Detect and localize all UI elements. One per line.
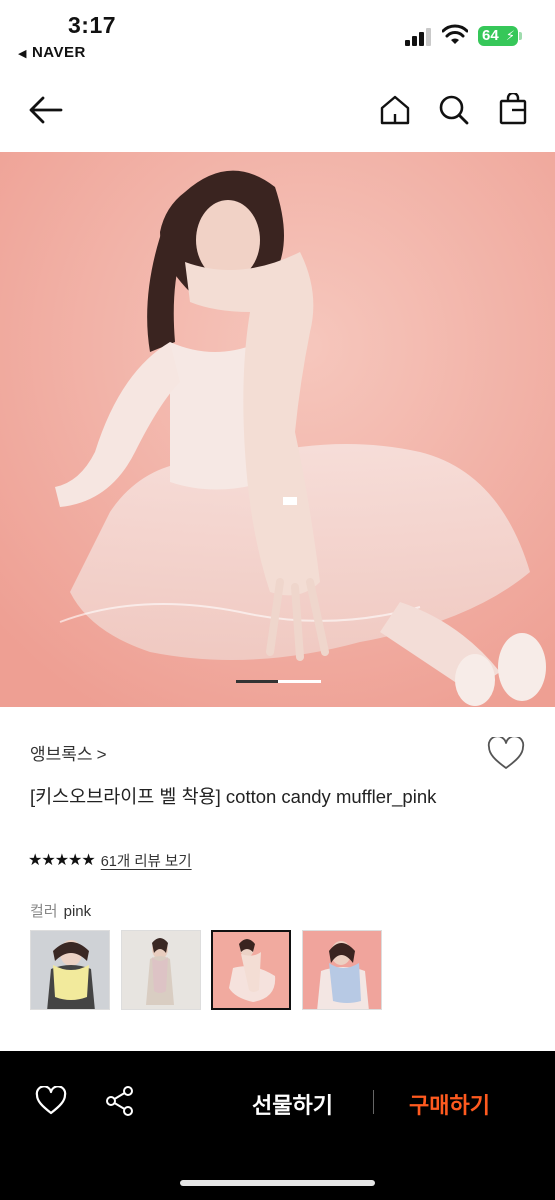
color-value: pink	[63, 903, 92, 920]
color-option-label: 컬러 pink	[30, 900, 91, 921]
review-link[interactable]: 61개 리뷰 보기	[101, 850, 192, 871]
bottom-divider	[373, 1090, 374, 1114]
home-indicator	[180, 1180, 375, 1186]
page-dot	[278, 680, 321, 683]
rating-row: ★★★★★ 61개 리뷰 보기	[28, 850, 192, 870]
share-icon[interactable]	[104, 1085, 136, 1117]
wishlist-heart-icon[interactable]	[487, 737, 525, 771]
brand-link[interactable]: 앵브록스 >	[30, 740, 107, 765]
charging-bolt-icon: ⚡	[505, 28, 515, 43]
gift-button[interactable]: 선물하기	[252, 1088, 333, 1120]
heart-icon[interactable]	[35, 1086, 67, 1116]
image-page-indicator	[236, 680, 321, 683]
status-time: 3:17	[68, 12, 117, 38]
model-photo	[0, 152, 555, 707]
color-thumb-pink[interactable]	[211, 930, 291, 1010]
rating-stars: ★★★★★	[28, 852, 96, 869]
wifi-icon	[442, 24, 468, 44]
battery-indicator: 64 ⚡	[478, 26, 522, 46]
search-icon[interactable]	[438, 94, 470, 126]
top-nav	[0, 80, 555, 142]
color-thumb-blue[interactable]	[302, 930, 382, 1010]
home-icon[interactable]	[379, 94, 411, 126]
status-bar: 3:17 ◀ NAVER 64 ⚡	[0, 0, 555, 70]
page-dot-active	[236, 680, 278, 683]
back-to-app-link[interactable]: ◀ NAVER	[18, 44, 86, 61]
shopping-bag-icon[interactable]	[498, 93, 528, 125]
buy-button[interactable]: 구매하기	[409, 1088, 490, 1120]
back-arrow-icon[interactable]	[28, 95, 64, 125]
color-thumb-yellow[interactable]	[30, 930, 110, 1010]
battery-level: 64	[482, 27, 499, 44]
color-thumb-beige[interactable]	[121, 930, 201, 1010]
battery-nub	[519, 32, 522, 40]
back-triangle-icon: ◀	[18, 48, 27, 60]
product-hero-image[interactable]	[0, 152, 555, 707]
product-title: [키스오브라이프 벨 착용] cotton candy muffler_pink	[30, 786, 437, 807]
brand-name: 앵브록스	[30, 745, 93, 764]
color-key: 컬러	[30, 903, 58, 920]
cellular-signal-icon	[405, 28, 431, 46]
bottom-action-bar	[0, 1051, 555, 1200]
back-app-label: NAVER	[31, 44, 86, 61]
chevron-right-icon: >	[96, 745, 107, 764]
